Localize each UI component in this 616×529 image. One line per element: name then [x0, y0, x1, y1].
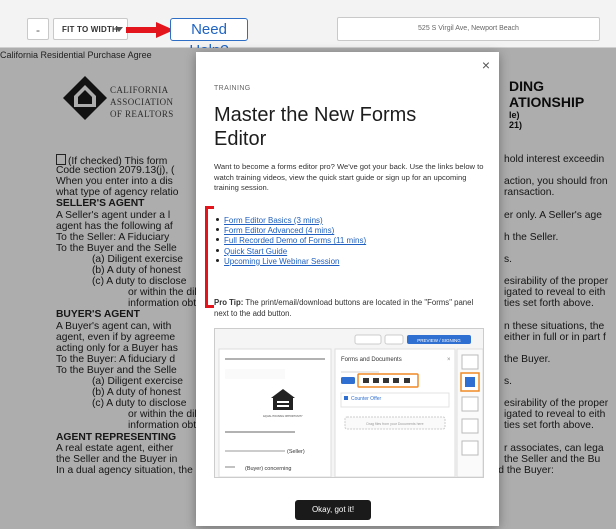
toolbar: - FIT TO WIDTH Need Help? 525 S Virgil A…: [0, 0, 616, 59]
link-live-webinar[interactable]: Upcoming Live Webinar Session: [224, 257, 339, 266]
training-modal: × TRAINING Master the New Forms Editor W…: [196, 52, 499, 526]
pro-tip-text: The print/email/download buttons are loc…: [214, 298, 474, 318]
red-bracket-annotation: [205, 206, 214, 308]
link-form-editor-advanced[interactable]: Form Editor Advanced (4 mins): [224, 226, 334, 235]
zoom-select-value: FIT TO WIDTH: [62, 25, 119, 34]
preview-buyer-label: (Buyer) concerning: [245, 466, 291, 472]
bullet-icon: [216, 238, 219, 242]
preview-doc-item: Counter Offer: [351, 396, 382, 402]
training-links: Form Editor Basics (3 mins) Form Editor …: [214, 216, 366, 267]
list-item: Quick Start Guide: [214, 247, 366, 257]
chevron-down-icon: [115, 27, 123, 32]
modal-intro: Want to become a forms editor pro? We've…: [214, 162, 484, 192]
preview-top-button-label: PREVIEW / SIGNING: [417, 338, 461, 343]
forms-panel-preview-image: PREVIEW / SIGNING EQUAL HOUSING OPPORTUN…: [214, 328, 484, 478]
preview-panel-title: Forms and Documents: [341, 357, 402, 363]
preview-drop-hint: Drag files from your Documents here: [366, 422, 423, 426]
preview-seller-label: (Seller): [287, 449, 305, 455]
list-item: Full Recorded Demo of Forms (11 mins): [214, 236, 366, 246]
list-item: Form Editor Basics (3 mins): [214, 216, 366, 226]
zoom-select[interactable]: FIT TO WIDTH: [53, 18, 128, 40]
bullet-icon: [216, 258, 219, 262]
list-item: Form Editor Advanced (4 mins): [214, 226, 366, 236]
link-full-recorded-demo[interactable]: Full Recorded Demo of Forms (11 mins): [224, 236, 366, 245]
link-form-editor-basics[interactable]: Form Editor Basics (3 mins): [224, 216, 323, 225]
pro-tip-label: Pro Tip:: [214, 298, 244, 307]
property-address-field[interactable]: 525 S Virgil Ave, Newport Beach: [337, 17, 600, 41]
close-icon[interactable]: ×: [479, 58, 493, 72]
bullet-icon: [216, 248, 219, 252]
bullet-icon: [216, 218, 219, 221]
preview-illustration: PREVIEW / SIGNING EQUAL HOUSING OPPORTUN…: [215, 329, 483, 477]
list-item: Upcoming Live Webinar Session: [214, 257, 366, 267]
pro-tip: Pro Tip: The print/email/download button…: [214, 298, 484, 319]
okay-got-it-button[interactable]: Okay, got it!: [295, 500, 371, 520]
red-arrow-annotation: [126, 22, 174, 38]
need-help-button[interactable]: Need Help?: [170, 18, 248, 59]
equal-housing-label: EQUAL HOUSING OPPORTUNITY: [263, 415, 303, 418]
modal-eyebrow: TRAINING: [214, 85, 251, 92]
link-quick-start-guide[interactable]: Quick Start Guide: [224, 247, 287, 256]
bullet-icon: [216, 228, 219, 232]
modal-title: Master the New Forms Editor: [214, 104, 417, 150]
zoom-out-button[interactable]: -: [27, 18, 49, 40]
preview-close-icon: ×: [447, 357, 451, 363]
